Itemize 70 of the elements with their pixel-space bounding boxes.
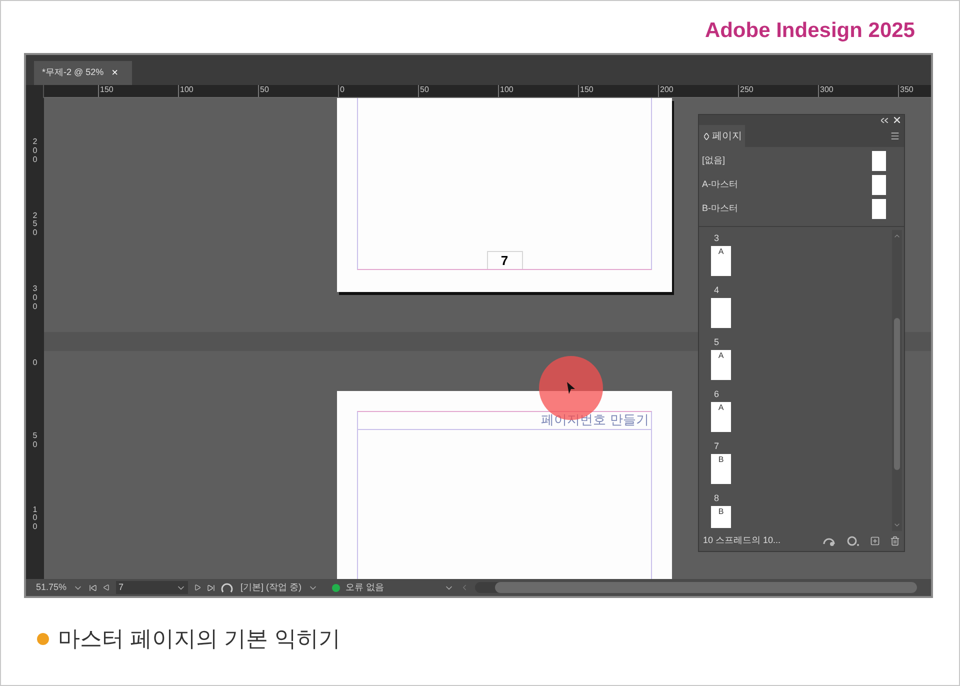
master-label[interactable]: B-마스터 (702, 202, 738, 216)
ruler-label: 50 (32, 432, 38, 451)
preflight-profile[interactable]: [기본] (작업 중) (240, 580, 302, 594)
ruler-label: 300 (32, 285, 38, 313)
ruler-label: 350 (898, 85, 931, 97)
document-tab[interactable]: *무제-2 @ 52% × (34, 61, 132, 85)
page-thumbnail[interactable]: A (711, 350, 731, 380)
page-thumbnail[interactable] (872, 151, 886, 171)
ruler-label: 300 (818, 85, 898, 97)
page-number-label: 3 (713, 232, 720, 245)
preview-icon[interactable] (220, 582, 235, 592)
master-label[interactable]: [없음] (702, 154, 726, 168)
ruler-label: 150 (578, 85, 658, 97)
scroll-down-icon[interactable] (893, 521, 901, 529)
ruler-label: 100 (32, 506, 38, 534)
next-page-icon[interactable] (194, 584, 201, 591)
bullet-icon (37, 632, 49, 644)
cursor-icon (566, 382, 576, 394)
page-thumbnail[interactable]: B (711, 454, 731, 484)
page-thumbnail[interactable]: B (711, 506, 731, 528)
ruler-label: 250 (738, 85, 818, 97)
page-thumbnail[interactable] (711, 298, 731, 328)
menu-icon[interactable] (890, 131, 900, 141)
ruler-label: 250 (32, 212, 38, 240)
ruler-label: 200 (658, 85, 738, 97)
zoom-level[interactable]: 51.75% (36, 580, 67, 594)
close-icon[interactable] (894, 117, 900, 123)
delete-icon[interactable] (890, 536, 900, 546)
sort-icon (704, 132, 709, 140)
ruler-label: 0 (32, 358, 38, 368)
previous-page-icon[interactable] (102, 584, 110, 591)
error-status[interactable]: 오류 없음 (346, 580, 438, 594)
first-page-icon[interactable] (88, 584, 97, 592)
page-number-label: 6 (713, 388, 720, 401)
ruler-label: 0 (338, 85, 418, 97)
panel-tab[interactable]: 페이지 (699, 125, 745, 147)
page-number-label: 8 (713, 492, 720, 505)
ruler-label: 50 (258, 85, 338, 97)
spread-count: 10 스프레드의 10... (703, 534, 782, 548)
page-thumbnail[interactable]: A (711, 402, 731, 432)
ruler-label: 100 (498, 85, 578, 97)
master-letter: A (718, 248, 724, 256)
last-page-icon[interactable] (206, 584, 215, 592)
page-number-label: 4 (713, 284, 720, 297)
scrollbar[interactable] (892, 230, 902, 531)
collapse-icon[interactable] (881, 118, 888, 122)
ruler-label: 150 (98, 85, 178, 97)
scrollbar-thumb[interactable] (894, 318, 900, 470)
page-thumbnail[interactable]: A (711, 246, 731, 276)
ruler-label: 200 (32, 138, 38, 166)
page-field[interactable]: 7 (116, 581, 188, 594)
page-number-label: 5 (713, 336, 720, 349)
panel-tab-label: 페이지 (712, 130, 742, 144)
page-thumbnail[interactable] (872, 175, 886, 195)
master-label[interactable]: A-마스터 (702, 178, 738, 192)
master-letter: A (718, 352, 724, 360)
scroll-up-icon[interactable] (893, 232, 901, 240)
header-text: 페이지번호 만들기 (540, 414, 649, 427)
close-icon[interactable]: × (112, 64, 118, 82)
page-number-label: 7 (713, 440, 720, 453)
master-letter: B (718, 456, 724, 464)
header-title: Adobe Indesign 2025 (704, 18, 915, 44)
page-thumbnail[interactable] (872, 199, 886, 219)
page-number-text: 7 (486, 251, 522, 269)
new-page-icon[interactable] (870, 536, 880, 546)
ruler-label: 50 (418, 85, 498, 97)
master-letter: B (718, 508, 724, 516)
master-letter: A (718, 404, 724, 412)
caption-text: 마스터 페이지의 기본 익히기 (58, 625, 340, 653)
ruler-label: 100 (178, 85, 258, 97)
